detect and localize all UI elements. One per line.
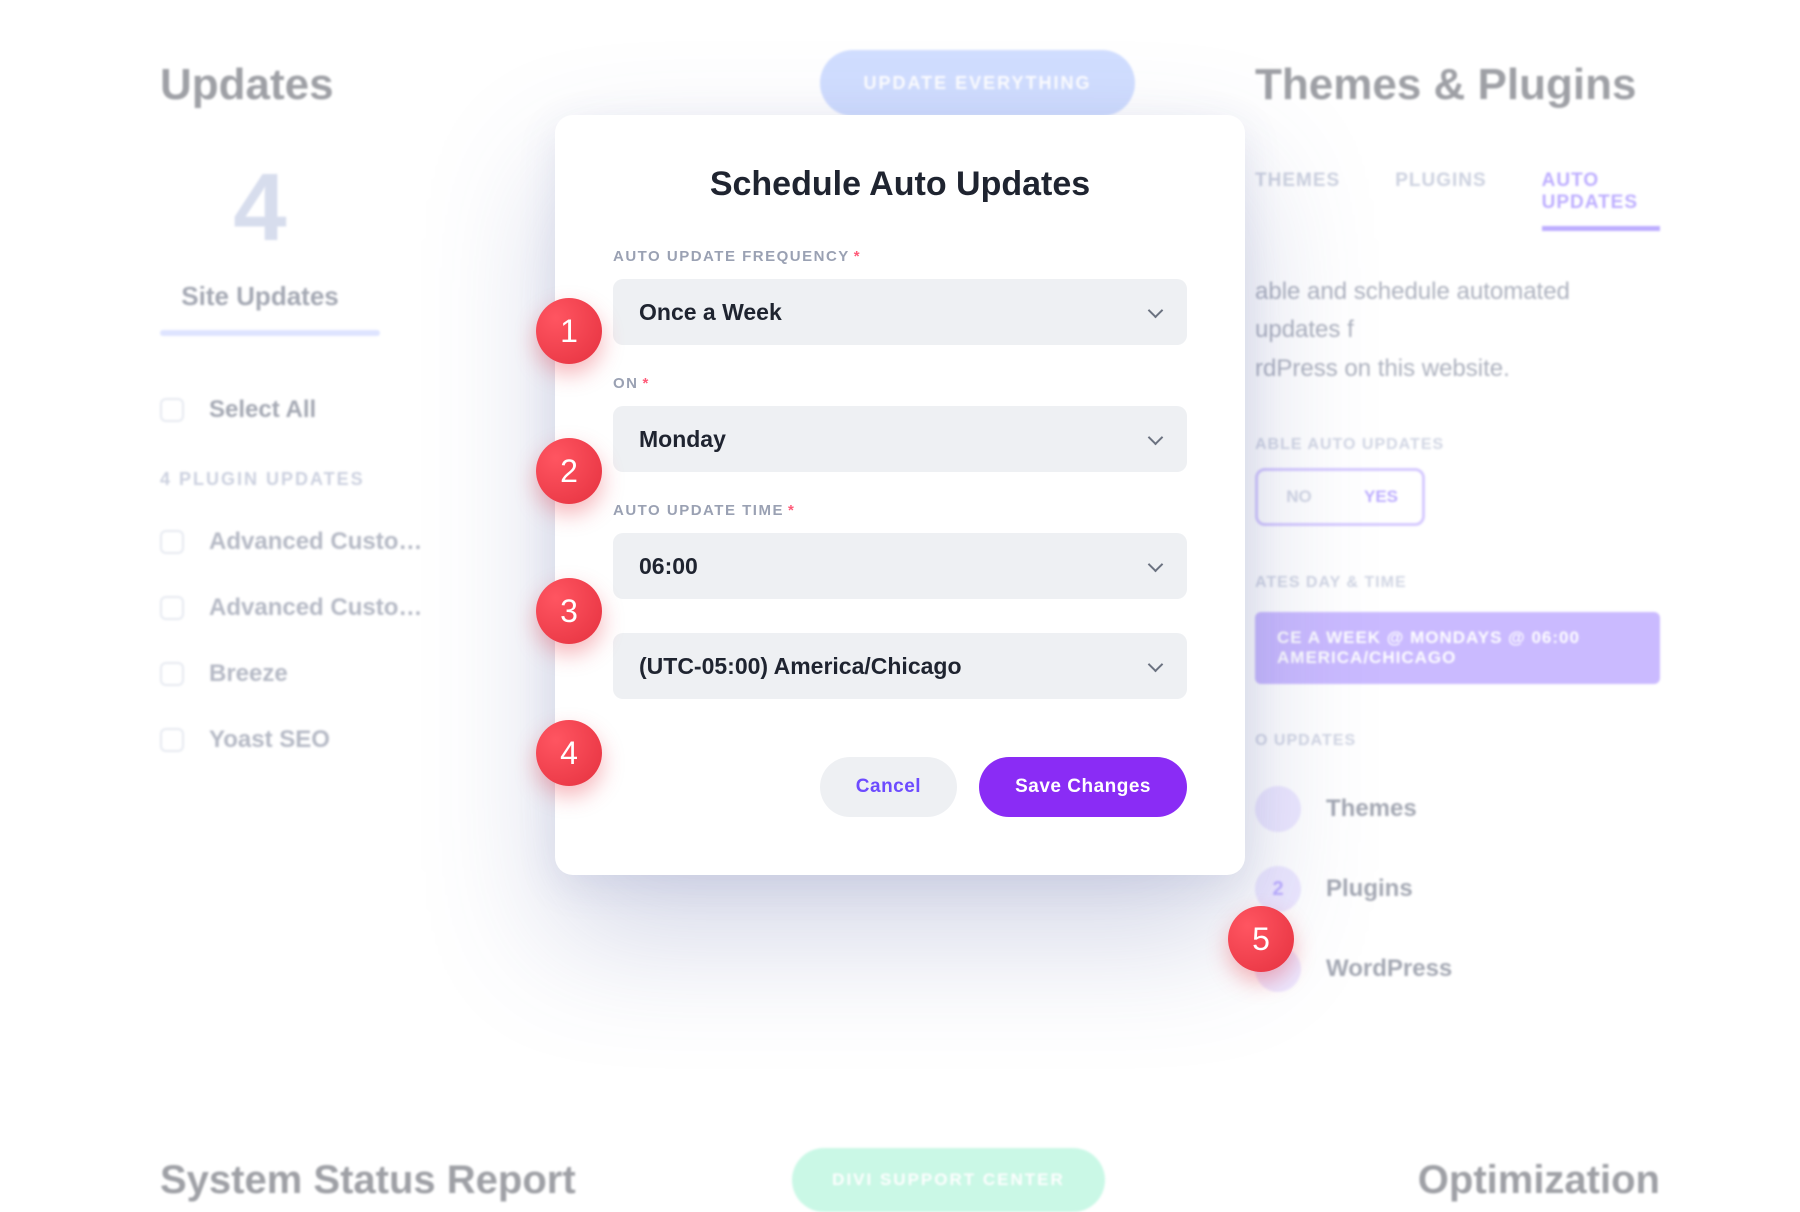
cancel-button[interactable]: Cancel <box>820 757 957 817</box>
timezone-value: (UTC-05:00) America/Chicago <box>639 653 962 680</box>
step-marker-2: 2 <box>536 438 602 504</box>
step-marker-4: 4 <box>536 720 602 786</box>
au-badge <box>1255 786 1301 832</box>
select-all-label[interactable]: Select All <box>209 396 316 424</box>
schedule-summary[interactable]: CE A WEEK @ MONDAYS @ 06:00 AMERICA/CHIC… <box>1255 612 1660 684</box>
enable-auto-updates-label: ABLE AUTO UPDATES <box>1255 436 1660 454</box>
modal-title: Schedule Auto Updates <box>613 165 1187 204</box>
time-value: 06:00 <box>639 553 698 580</box>
plugin-checkbox[interactable] <box>160 596 184 620</box>
step-marker-3: 3 <box>536 578 602 644</box>
tab-themes[interactable]: THEMES <box>1255 170 1340 231</box>
divi-support-button[interactable]: DIVI SUPPORT CENTER <box>792 1148 1105 1212</box>
day-select[interactable]: Monday <box>613 406 1187 472</box>
site-updates-label[interactable]: Site Updates <box>160 281 360 312</box>
themes-plugins-heading: Themes & Plugins <box>1255 60 1660 110</box>
tab-auto-updates[interactable]: AUTO UPDATES <box>1542 170 1660 231</box>
tab-plugins[interactable]: PLUGINS <box>1395 170 1486 231</box>
day-value: Monday <box>639 426 726 453</box>
tab-underline <box>160 330 380 336</box>
time-label: AUTO UPDATE TIME* <box>613 502 1187 519</box>
schedule-label: ATES DAY & TIME <box>1255 574 1660 592</box>
plugin-name: Advanced Custo… <box>209 528 422 556</box>
toggle-yes[interactable]: YES <box>1340 471 1422 523</box>
plugin-name: Advanced Custo… <box>209 594 422 622</box>
chevron-down-icon <box>1147 430 1165 448</box>
frequency-select[interactable]: Once a Week <box>613 279 1187 345</box>
au-item-label[interactable]: Plugins <box>1326 875 1413 903</box>
frequency-value: Once a Week <box>639 299 782 326</box>
step-marker-1: 1 <box>536 298 602 364</box>
system-status-heading: System Status Report <box>160 1158 576 1203</box>
chevron-down-icon <box>1147 657 1165 675</box>
updates-heading: Updates <box>160 60 700 110</box>
select-all-checkbox[interactable] <box>160 398 184 422</box>
site-updates-count: 4 <box>160 165 360 251</box>
on-label: ON* <box>613 375 1187 392</box>
frequency-label: AUTO UPDATE FREQUENCY* <box>613 248 1187 265</box>
update-everything-button[interactable]: UPDATE EVERYTHING <box>820 50 1135 116</box>
auto-updates-list-label: O UPDATES <box>1255 732 1660 750</box>
plugin-name: Breeze <box>209 660 288 688</box>
chevron-down-icon <box>1147 303 1165 321</box>
step-marker-5: 5 <box>1228 906 1294 972</box>
time-select[interactable]: 06:00 <box>613 533 1187 599</box>
plugin-name: Yoast SEO <box>209 726 330 754</box>
plugin-checkbox[interactable] <box>160 728 184 752</box>
plugin-checkbox[interactable] <box>160 530 184 554</box>
enable-auto-updates-toggle[interactable]: NO YES <box>1255 468 1425 526</box>
au-item-label[interactable]: WordPress <box>1326 955 1452 983</box>
toggle-no[interactable]: NO <box>1258 471 1340 523</box>
save-button[interactable]: Save Changes <box>979 757 1187 817</box>
timezone-select[interactable]: (UTC-05:00) America/Chicago <box>613 633 1187 699</box>
schedule-auto-updates-modal: Schedule Auto Updates AUTO UPDATE FREQUE… <box>555 115 1245 875</box>
chevron-down-icon <box>1147 557 1165 575</box>
plugin-checkbox[interactable] <box>160 662 184 686</box>
optimization-heading: Optimization <box>1418 1158 1660 1203</box>
auto-updates-description: able and schedule automated updates f rd… <box>1255 273 1660 388</box>
au-item-label[interactable]: Themes <box>1326 795 1417 823</box>
